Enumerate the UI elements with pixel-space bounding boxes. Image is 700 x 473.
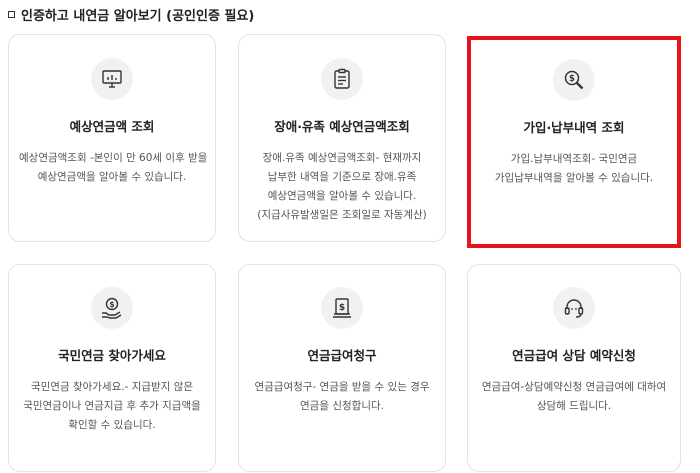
desc-line: 확인할 수 있습니다. [68,419,156,431]
desc-line: 납부한 내역을 기준으로 장애.유족 [267,171,417,183]
desc-line: 연금을 신청합니다. [300,400,384,412]
card-description: 장애.유족 예상연금액조회- 현재까지 납부한 내역을 기준으로 장애.유족 예… [239,149,445,225]
card-description: 연금급여-상담예약신청 연금급여에 대하여 상담해 드립니다. [468,378,680,416]
icon-circle: $ [321,287,363,329]
card-title: 가입·납부내역 조회 [523,120,625,135]
card-description: 국민연금 찾아가세요.- 지급받지 않은 국민연금이나 연금지급 후 추가 지급… [9,378,215,435]
card-enrollment-payment-history[interactable]: $ 가입·납부내역 조회 가입.납부내역조회- 국민연금 가입납부내역을 알아볼… [467,36,681,248]
desc-line: 국민연금이나 연금지급 후 추가 지급액을 [23,400,201,412]
icon-circle: $ [91,287,133,329]
card-description: 연금급여청구- 연금을 받을 수 있는 경우 연금을 신청합니다. [239,378,445,416]
desc-line: (지급사유발생일은 조회일로 자동계산) [257,209,427,221]
card-title: 연금급여청구 [307,348,377,363]
hand-coin-icon: $ [102,297,122,319]
magnifier-money-icon: $ [564,70,584,90]
desc-line: 연금급여청구- 연금을 받을 수 있는 경우 [254,381,430,393]
card-disability-survivor-pension[interactable]: 장애·유족 예상연금액조회 장애.유족 예상연금액조회- 현재까지 납부한 내역… [238,34,446,242]
desc-line: 예상연금액조회 -본인이 만 60세 이후 받을 [19,152,208,164]
desc-line: 상담해 드립니다. [536,400,612,412]
card-title: 장애·유족 예상연금액조회 [274,119,410,134]
desc-line: 가입납부내역을 알아볼 수 있습니다. [494,172,654,184]
card-title: 예상연금액 조회 [69,119,155,134]
card-pension-claim[interactable]: $ 연금급여청구 연금급여청구- 연금을 받을 수 있는 경우 연금을 신청합니… [238,264,446,472]
desc-line: 장애.유족 예상연금액조회- 현재까지 [262,152,422,164]
desc-line: 국민연금 찾아가세요.- 지급받지 않은 [30,381,194,393]
card-consultation-reservation[interactable]: 연금급여 상담 예약신청 연금급여-상담예약신청 연금급여에 대하여 상담해 드… [467,264,681,472]
desc-line: 예상연금액을 알아볼 수 있습니다. [267,190,417,202]
card-description: 가입.납부내역조회- 국민연금 가입납부내역을 알아볼 수 있습니다. [471,150,677,188]
section-title: 인증하고 내연금 알아보기 (공인인증 필요) [21,9,255,24]
desc-line: 연금급여-상담예약신청 연금급여에 대하여 [481,381,667,393]
svg-text:$: $ [339,303,345,313]
money-document-icon: $ [333,298,351,318]
card-title: 연금급여 상담 예약신청 [512,348,636,363]
svg-text:$: $ [109,300,114,309]
icon-circle [553,287,595,329]
svg-text:$: $ [569,74,575,84]
icon-circle [321,58,363,100]
icon-circle: $ [553,59,595,101]
card-find-pension[interactable]: $ 국민연금 찾아가세요 국민연금 찾아가세요.- 지급받지 않은 국민연금이나… [8,264,216,472]
clipboard-list-icon [334,68,350,89]
desc-line: 예상연금액을 알아볼 수 있습니다. [37,171,187,183]
section-header: 인증하고 내연금 알아보기 (공인인증 필요) [8,5,254,24]
card-expected-pension[interactable]: 예상연금액 조회 예상연금액조회 -본인이 만 60세 이후 받을 예상연금액을… [8,34,216,242]
card-title: 국민연금 찾아가세요 [58,348,166,363]
icon-circle [91,58,133,100]
desc-line: 가입.납부내역조회- 국민연금 [510,153,638,165]
card-description: 예상연금액조회 -본인이 만 60세 이후 받을 예상연금액을 알아볼 수 있습… [9,149,215,187]
square-bullet-icon [8,11,15,18]
headset-icon [564,299,584,318]
monitor-chart-icon [102,70,122,88]
